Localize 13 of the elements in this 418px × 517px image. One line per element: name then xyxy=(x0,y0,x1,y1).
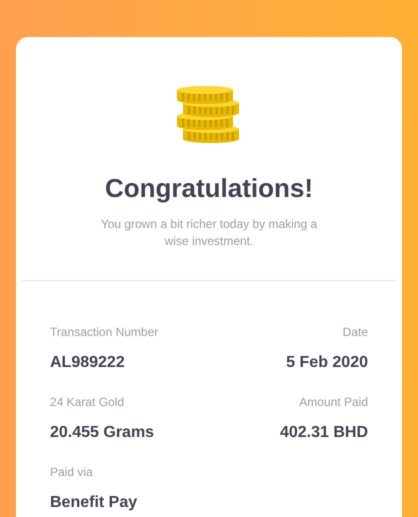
field-label: Date xyxy=(342,324,368,341)
title: Congratulations! xyxy=(105,172,313,205)
field-label: 24 Karat Gold xyxy=(50,394,124,411)
field-value: AL989222 xyxy=(50,353,125,373)
field-value: 20.455 Grams xyxy=(50,423,154,443)
field-label: Amount Paid xyxy=(299,394,368,411)
message: You grown a bit richer today by making a wise investment. xyxy=(100,216,318,250)
field-value: 402.31 BHD xyxy=(280,423,368,443)
field-value: 5 Feb 2020 xyxy=(286,353,368,373)
field-value: Benefit Pay xyxy=(50,493,138,513)
field-label: Paid via xyxy=(50,464,93,481)
field-label: Transaction Number xyxy=(50,324,158,341)
coins-icon xyxy=(177,85,241,143)
